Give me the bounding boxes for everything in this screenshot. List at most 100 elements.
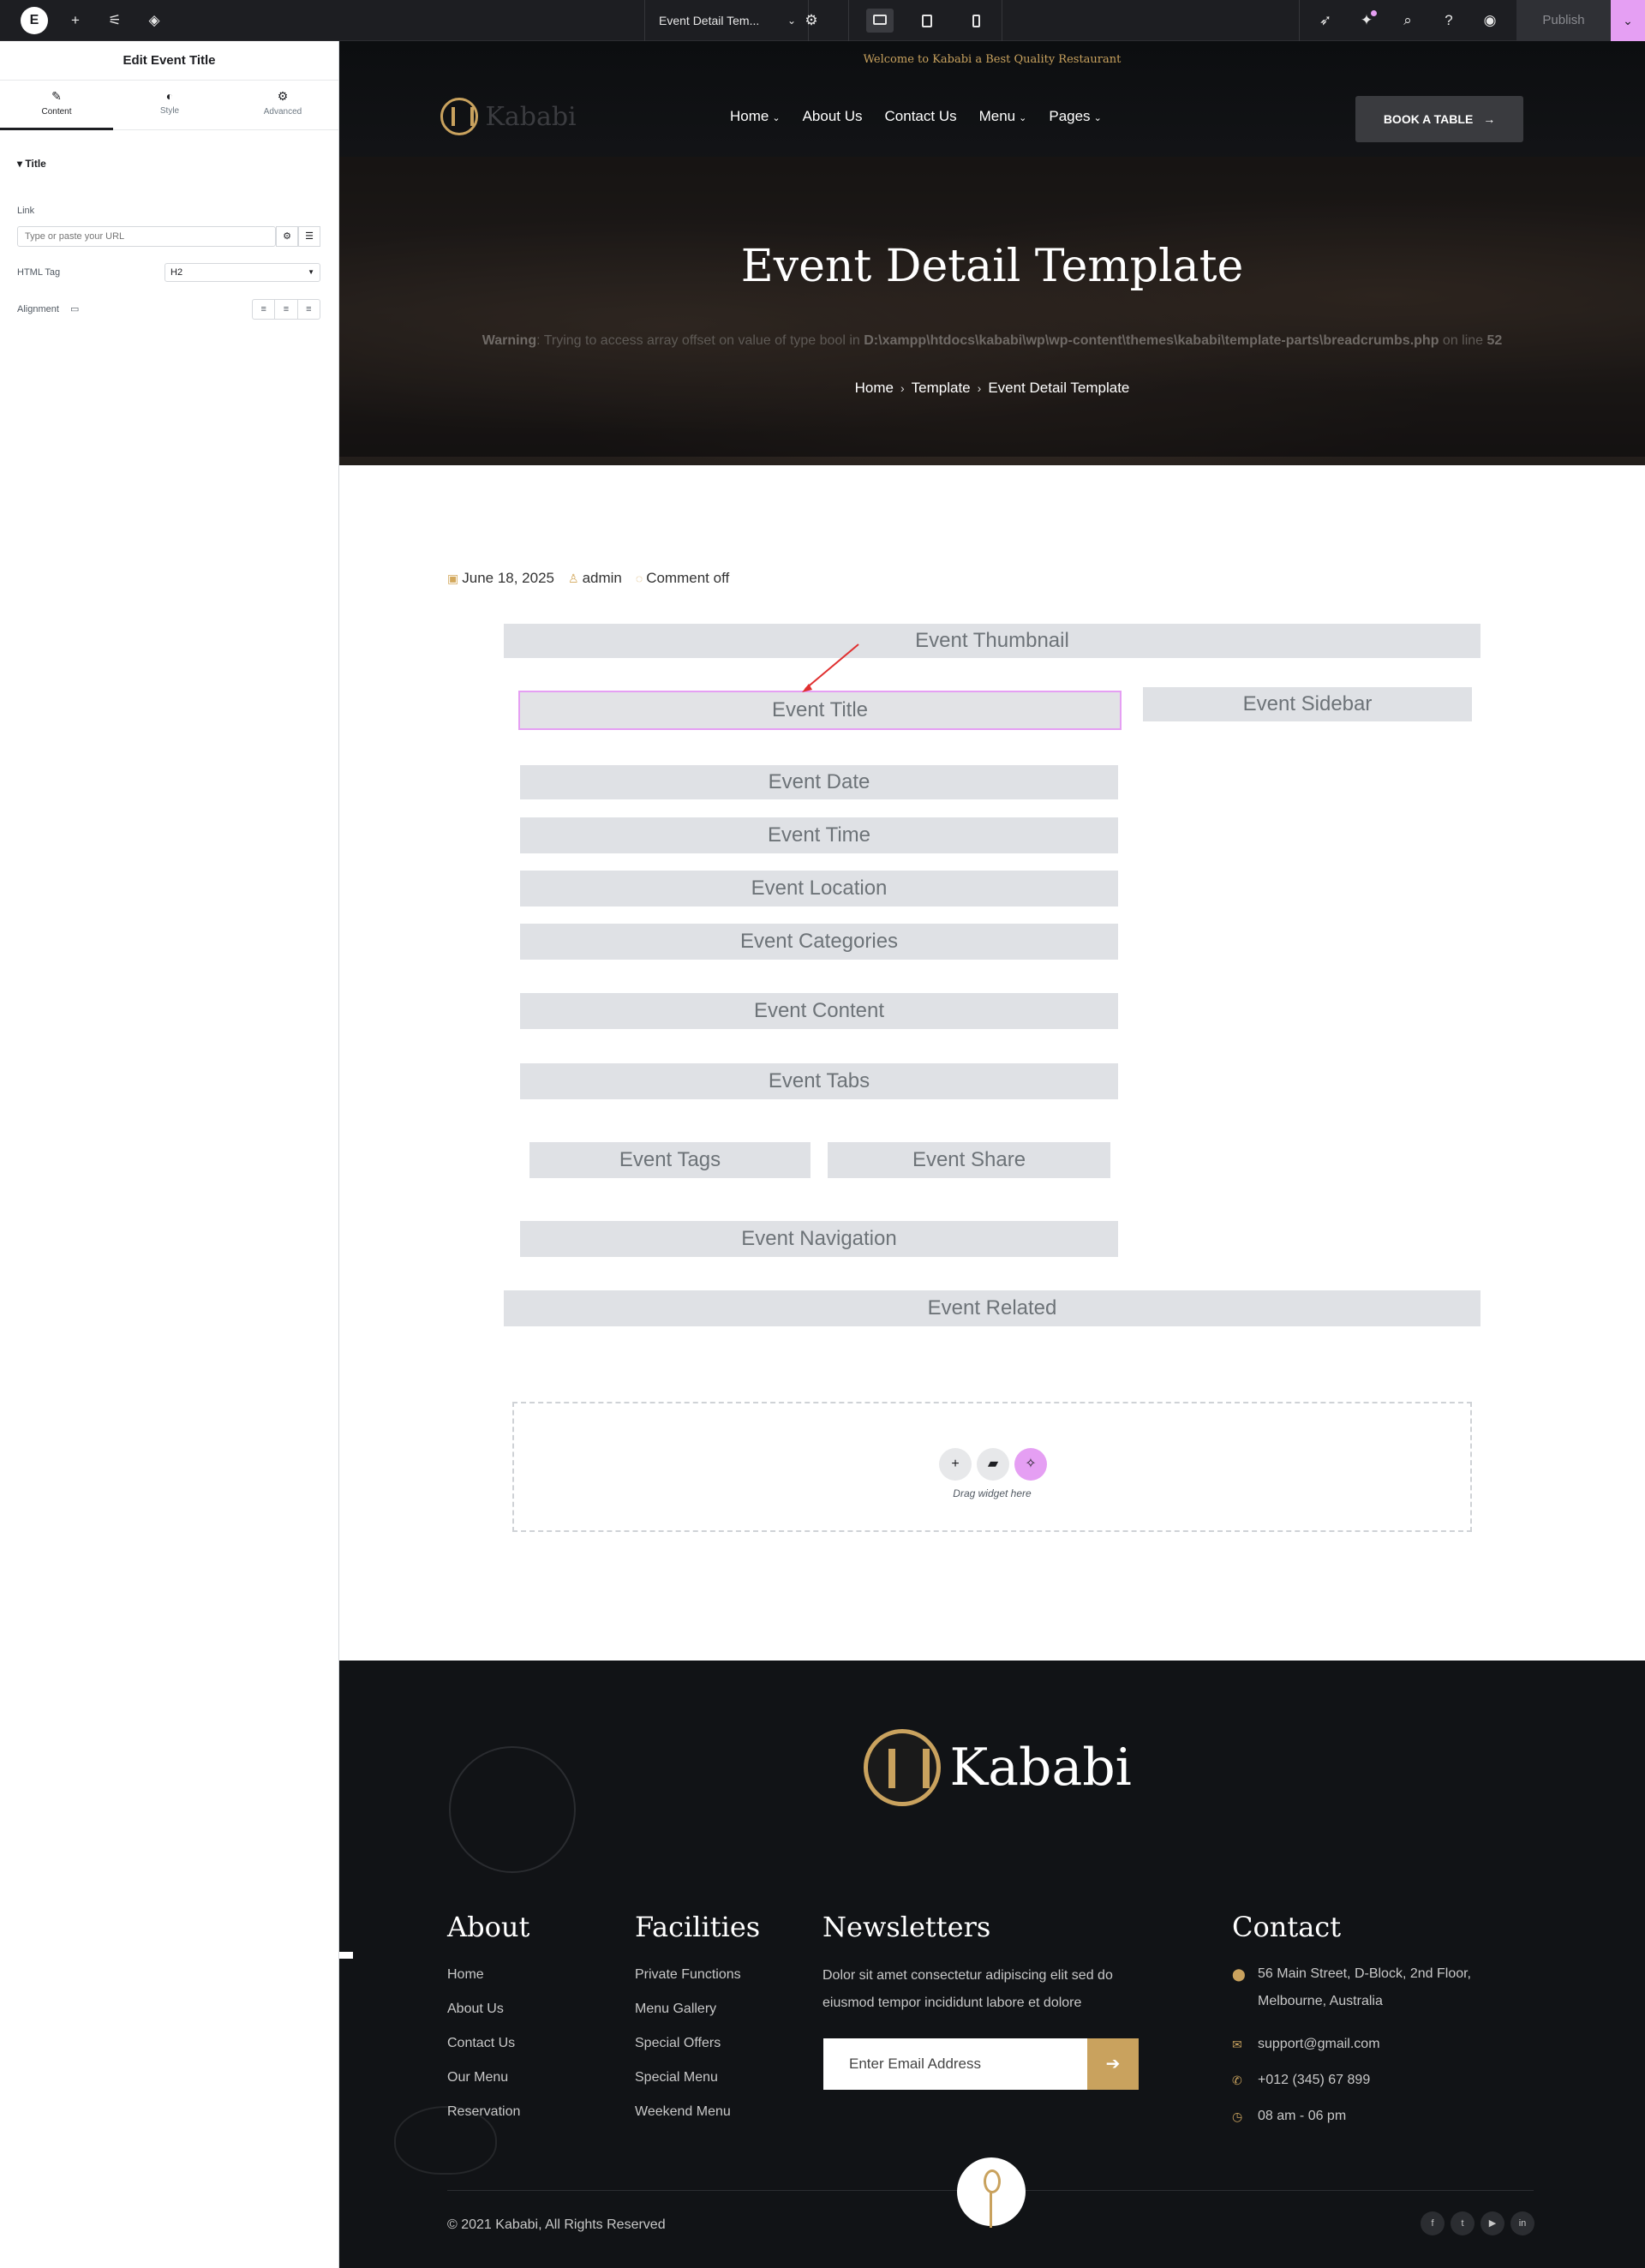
- html-tag-select[interactable]: H2 ▼: [164, 263, 320, 282]
- rocket-icon[interactable]: ➶: [1313, 9, 1337, 33]
- template-folder-icon[interactable]: ▰: [977, 1448, 1009, 1481]
- footer-link-special-offers[interactable]: Special Offers: [635, 2036, 721, 2051]
- location-pin-icon: ⬤: [1232, 1967, 1246, 1981]
- event-tabs-widget[interactable]: Event Tabs: [520, 1063, 1118, 1099]
- chevron-down-icon: ⌄: [1093, 113, 1102, 123]
- footer-link-private-functions[interactable]: Private Functions: [635, 1967, 741, 1983]
- event-categories-widget[interactable]: Event Categories: [520, 924, 1118, 960]
- footer-link-weekend-menu[interactable]: Weekend Menu: [635, 2104, 731, 2120]
- chevron-right-icon: ›: [900, 381, 905, 395]
- meta-date: ▣ June 18, 2025: [447, 570, 554, 587]
- elementor-logo-button[interactable]: E: [21, 7, 48, 34]
- event-thumbnail-widget[interactable]: Event Thumbnail: [504, 624, 1480, 658]
- footer-newsletter-title: Newsletters: [822, 1911, 991, 1943]
- footer-link-menu-gallery[interactable]: Menu Gallery: [635, 2002, 716, 2017]
- breadcrumb-template[interactable]: Template: [912, 380, 971, 396]
- nav-pages[interactable]: Pages ⌄: [1049, 108, 1101, 125]
- editor-preview-canvas: Welcome to Kababi a Best Quality Restaur…: [339, 41, 1645, 2268]
- dropzone-text: Drag widget here: [953, 1487, 1032, 1499]
- event-sidebar-widget[interactable]: Event Sidebar: [1143, 687, 1472, 721]
- search-icon[interactable]: ⌕: [1396, 9, 1420, 33]
- publish-button[interactable]: Publish: [1516, 0, 1611, 41]
- twitter-icon[interactable]: t: [1451, 2211, 1475, 2235]
- document-name: Event Detail Tem...: [659, 14, 760, 27]
- event-navigation-widget[interactable]: Event Navigation: [520, 1221, 1118, 1257]
- align-right-icon[interactable]: ≡: [298, 300, 320, 319]
- contact-phone: ✆ +012 (345) 67 899: [1232, 2067, 1370, 2094]
- meta-author-text: admin: [582, 570, 622, 586]
- layers-icon[interactable]: ◈: [142, 9, 166, 33]
- event-date-widget[interactable]: Event Date: [520, 765, 1118, 799]
- tab-label: Advanced: [263, 107, 302, 117]
- event-content-widget[interactable]: Event Content: [520, 993, 1118, 1029]
- event-share-widget[interactable]: Event Share: [828, 1142, 1110, 1178]
- section-toggle-title[interactable]: ▾ Title: [17, 158, 46, 170]
- sliders-icon[interactable]: ⚟: [103, 9, 127, 33]
- event-related-widget[interactable]: Event Related: [504, 1290, 1480, 1326]
- site-logo[interactable]: Kababi: [440, 98, 577, 135]
- dynamic-tags-icon[interactable]: ☰: [298, 226, 320, 247]
- desktop-icon[interactable]: [866, 9, 894, 33]
- footer-link-our-menu[interactable]: Our Menu: [447, 2070, 508, 2085]
- nav-home[interactable]: Home ⌄: [730, 108, 781, 125]
- clock-icon: ◷: [1232, 2109, 1243, 2123]
- desktop-icon[interactable]: ▭: [70, 304, 79, 314]
- calendar-icon: ▣: [447, 571, 459, 585]
- ai-icon[interactable]: ✦: [1355, 9, 1379, 33]
- tab-style[interactable]: ◐ Style: [113, 81, 226, 130]
- warning-line: 52: [1486, 333, 1503, 348]
- help-icon[interactable]: ?: [1437, 9, 1461, 33]
- section-title: Title: [25, 158, 46, 170]
- nav-about-us[interactable]: About Us: [803, 108, 863, 125]
- align-left-icon[interactable]: ≡: [253, 300, 276, 319]
- contact-hours-text: 08 am - 06 pm: [1258, 2109, 1347, 2123]
- ai-sparkle-icon[interactable]: ✧: [1014, 1448, 1047, 1481]
- panel-title: Edit Event Title: [0, 41, 338, 81]
- linkedin-icon[interactable]: in: [1510, 2211, 1534, 2235]
- site-footer: Kababi About Home About Us Contact Us Ou…: [339, 1661, 1645, 2268]
- contact-phone-text[interactable]: +012 (345) 67 899: [1258, 2067, 1370, 2094]
- chevron-down-icon: ⌄: [787, 15, 796, 27]
- nav-contact-us[interactable]: Contact Us: [885, 108, 957, 125]
- plus-icon[interactable]: +: [63, 9, 87, 33]
- facebook-icon[interactable]: f: [1421, 2211, 1445, 2235]
- add-section-plus-icon[interactable]: +: [939, 1448, 972, 1481]
- notification-dot: [1371, 10, 1377, 16]
- link-url-input[interactable]: [17, 226, 276, 247]
- footer-logo-text: Kababi: [949, 1738, 1132, 1798]
- align-center-icon[interactable]: ≡: [275, 300, 298, 319]
- tablet-icon[interactable]: [913, 9, 941, 33]
- breadcrumb-home[interactable]: Home: [855, 380, 894, 396]
- footer-link-about-us[interactable]: About Us: [447, 2002, 504, 2017]
- spoon-badge-icon: [957, 2157, 1026, 2228]
- footer-link-contact-us[interactable]: Contact Us: [447, 2036, 515, 2051]
- responsive-mode-switcher: [848, 0, 1002, 41]
- footer-logo[interactable]: Kababi: [864, 1729, 1132, 1806]
- chevron-down-icon: ⌄: [1019, 113, 1027, 123]
- add-section-dropzone[interactable]: + ▰ ✧ Drag widget here: [512, 1402, 1472, 1532]
- event-location-widget[interactable]: Event Location: [520, 871, 1118, 907]
- pencil-icon: ✎: [51, 89, 62, 103]
- document-name-dropdown[interactable]: Event Detail Tem... ⌄: [644, 0, 809, 41]
- book-table-button[interactable]: BOOK A TABLE →: [1355, 96, 1523, 142]
- newsletter-submit-arrow-icon[interactable]: ➔: [1087, 2038, 1139, 2090]
- footer-contact-title: Contact: [1232, 1911, 1342, 1943]
- mobile-icon[interactable]: [962, 9, 990, 33]
- eye-icon[interactable]: ◉: [1478, 9, 1502, 33]
- newsletter-email-input[interactable]: Enter Email Address: [823, 2038, 1087, 2090]
- footer-link-reservation[interactable]: Reservation: [447, 2104, 520, 2120]
- tab-advanced[interactable]: ⚙ Advanced: [226, 81, 339, 130]
- contact-email-text[interactable]: support@gmail.com: [1258, 2031, 1380, 2058]
- event-tags-widget[interactable]: Event Tags: [529, 1142, 811, 1178]
- contact-address: ⬤ 56 Main Street, D-Block, 2nd Floor, Me…: [1232, 1960, 1489, 2015]
- divider: [1299, 0, 1300, 41]
- publish-options-chevron-icon[interactable]: ⌄: [1611, 0, 1645, 41]
- footer-link-home[interactable]: Home: [447, 1967, 484, 1983]
- gear-icon[interactable]: ⚙: [799, 9, 823, 33]
- link-options-gear-icon[interactable]: ⚙: [276, 226, 298, 247]
- event-time-widget[interactable]: Event Time: [520, 817, 1118, 853]
- tab-content[interactable]: ✎ Content: [0, 81, 113, 130]
- youtube-icon[interactable]: ▶: [1480, 2211, 1504, 2235]
- footer-link-special-menu[interactable]: Special Menu: [635, 2070, 718, 2085]
- nav-menu[interactable]: Menu ⌄: [979, 108, 1027, 125]
